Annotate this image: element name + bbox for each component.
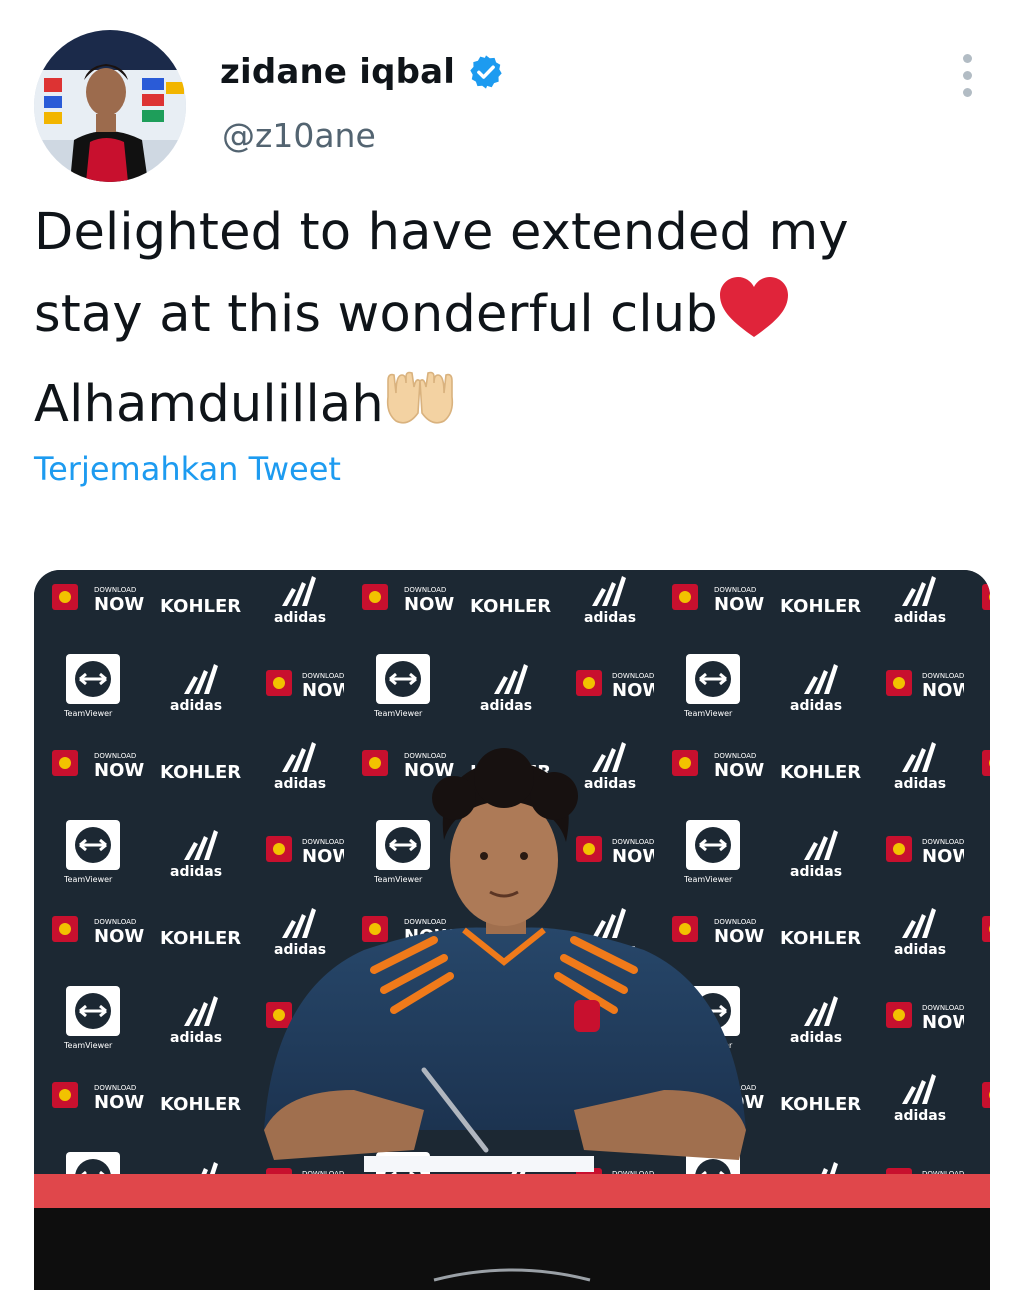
- more-options-icon[interactable]: [952, 54, 982, 100]
- profile-avatar[interactable]: [34, 30, 186, 182]
- red-heart-emoji: [718, 275, 790, 364]
- author-name-text[interactable]: zidane iqbal: [220, 52, 455, 92]
- tweet-line-2: stay at this wonderful club: [34, 274, 994, 364]
- translate-tweet-link[interactable]: Terjemahkan Tweet: [34, 450, 341, 488]
- contract-signing-photo[interactable]: DOWNLOAD NOW KOHLER adidas TeamViewer ad…: [34, 570, 990, 1290]
- author-name[interactable]: zidane iqbal: [220, 52, 505, 92]
- tweet-line-3-text: Alhamdulillah: [34, 375, 384, 434]
- tweet-line-2-text: stay at this wonderful club: [34, 285, 718, 344]
- author-handle[interactable]: @z10ane: [222, 116, 376, 155]
- tweet-line-1: Delighted to have extended my: [34, 203, 849, 262]
- tweet-line-3: Alhamdulillah: [34, 364, 994, 454]
- tweet-text: Delighted to have extended my stay at th…: [34, 192, 994, 454]
- verified-badge-icon: [467, 53, 505, 91]
- palms-up-together-emoji: [384, 369, 456, 454]
